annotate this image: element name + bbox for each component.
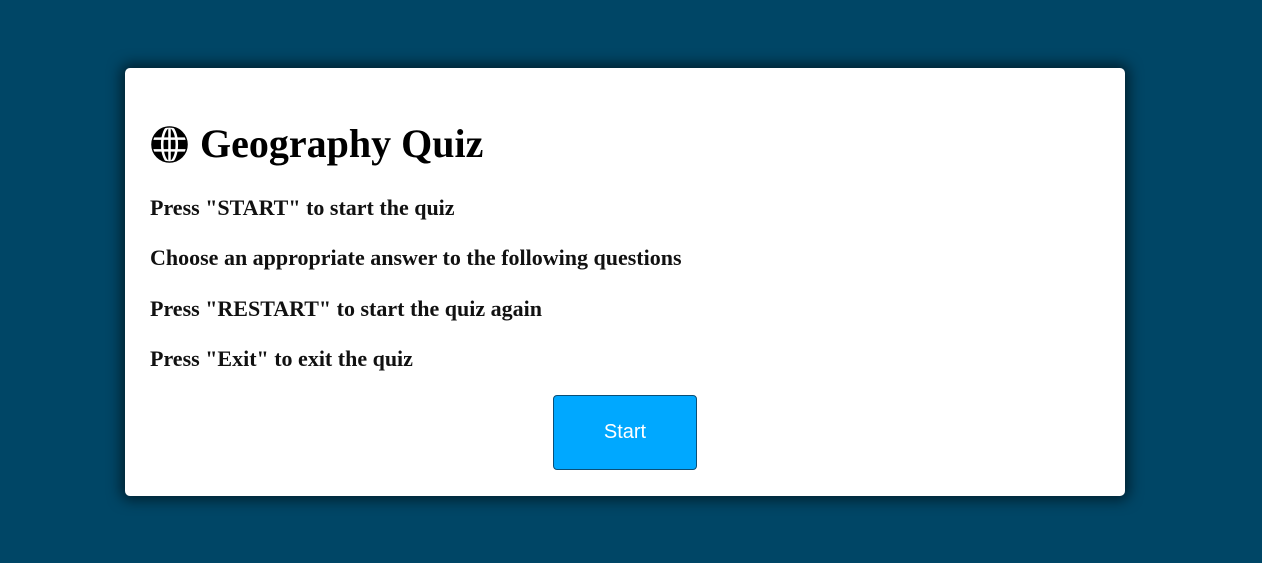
quiz-header: Geography Quiz [150,122,483,166]
instruction-restart: Press "RESTART" to start the quiz again [150,296,542,321]
instruction-start: Press "START" to start the quiz [150,195,455,220]
start-button[interactable]: Start [553,395,697,470]
globe-icon [150,125,189,164]
instruction-choose: Choose an appropriate answer to the foll… [150,245,682,270]
page-title: Geography Quiz [200,121,484,166]
instruction-exit: Press "Exit" to exit the quiz [150,346,413,371]
quiz-card: Geography Quiz Press "START" to start th… [125,68,1125,496]
